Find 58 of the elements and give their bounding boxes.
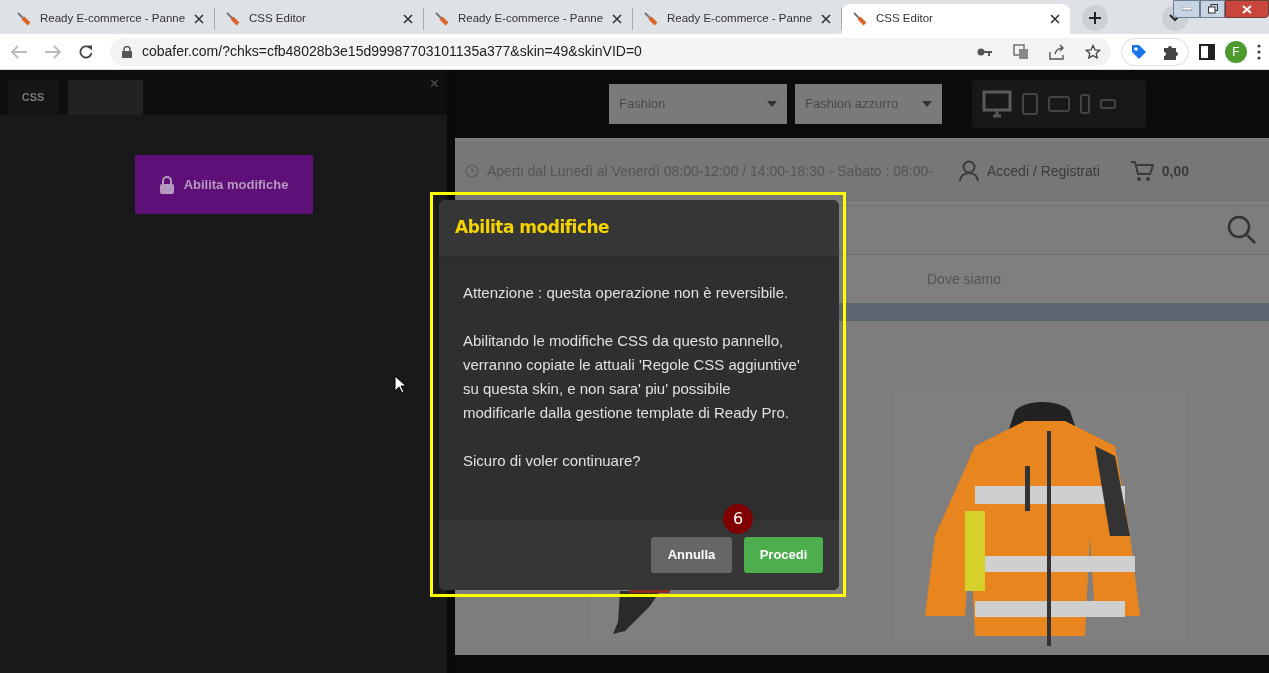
tab-title: Ready E-commerce - Panne <box>40 11 186 27</box>
browser-tab[interactable]: Ready E-commerce - Panne <box>6 8 215 30</box>
screwdriver-icon <box>643 11 659 27</box>
desktop-icon[interactable] <box>982 90 1012 118</box>
share-icon[interactable] <box>1049 43 1065 60</box>
dialog-title: Abilita modifiche <box>455 216 610 240</box>
tab-title: Ready E-commerce - Panne <box>458 11 604 27</box>
panel-tab[interactable]: CSS <box>8 80 58 115</box>
close-icon[interactable] <box>612 14 622 24</box>
restore-button[interactable] <box>1200 0 1225 18</box>
screwdriver-icon <box>225 11 241 27</box>
browser-tab[interactable]: CSS Editor <box>215 8 424 30</box>
tab-title: CSS Editor <box>249 11 307 27</box>
key-icon[interactable] <box>977 46 993 57</box>
lock-icon <box>159 175 174 194</box>
close-icon[interactable] <box>821 14 831 24</box>
clock-icon <box>465 164 479 178</box>
dialog-text: Attenzione : questa operazione non è reversibile. <box>463 283 790 303</box>
close-window-button[interactable] <box>1225 0 1269 18</box>
new-tab-button[interactable] <box>1082 5 1108 31</box>
login-link[interactable]: Accedi / Registrati <box>987 160 1100 182</box>
search-icon[interactable] <box>1227 215 1257 245</box>
close-icon[interactable] <box>194 14 204 24</box>
side-panel-icon[interactable] <box>1199 43 1215 60</box>
close-icon[interactable] <box>1050 14 1060 24</box>
cancel-button[interactable]: Annulla <box>651 537 732 573</box>
menu-icon[interactable] <box>1257 43 1261 60</box>
cart-icon[interactable] <box>1129 160 1154 182</box>
restore-icon <box>1207 4 1218 14</box>
proceed-button[interactable]: Procedi <box>744 537 823 573</box>
dialog-text: Abilitando le modifiche CSS da questo pannello, verranno copiate le attuali 'Regole CSS aggiuntive' su questa skin, e non sara' piu' possibile modificarle dalla gestione template di Ready Pro. <box>463 331 801 423</box>
minimize-icon <box>1181 7 1192 11</box>
user-icon[interactable] <box>959 160 979 182</box>
profile-avatar[interactable]: F <box>1225 40 1247 63</box>
screwdriver-icon <box>434 11 450 27</box>
screwdriver-icon <box>852 11 868 27</box>
close-icon[interactable]: × <box>429 76 439 92</box>
translate-icon[interactable] <box>1013 43 1029 60</box>
tag-icon[interactable] <box>1130 42 1148 61</box>
caret-icon <box>922 101 932 107</box>
star-icon[interactable] <box>1085 43 1101 60</box>
tab-title: CSS Editor <box>876 11 934 27</box>
caret-icon <box>767 101 777 107</box>
browser-tab[interactable]: Ready E-commerce - Panne <box>424 8 633 30</box>
cart-total: 0,00 <box>1161 161 1190 181</box>
close-icon[interactable] <box>403 14 413 24</box>
browser-tab[interactable]: CSS Editor <box>842 4 1070 34</box>
plus-icon <box>1088 11 1102 25</box>
cursor-icon <box>394 375 406 394</box>
lock-icon <box>122 45 132 58</box>
enable-editing-button[interactable]: Abilita modifiche <box>135 155 313 214</box>
screwdriver-icon <box>16 11 32 27</box>
address-bar[interactable]: cobafer.com/?chks=cfb48028b3e15d99987703101135a377&skin=49&skinVID=0 <box>110 37 1111 66</box>
close-icon <box>1242 4 1252 14</box>
url-text: cobafer.com/?chks=cfb48028b3e15d99987703101135a377&skin=49&skinVID=0 <box>142 42 643 61</box>
tab-title: Ready E-commerce - Panne <box>667 11 813 27</box>
dialog-text: Sicuro di voler continuare? <box>463 451 642 471</box>
reload-icon[interactable] <box>78 43 94 60</box>
